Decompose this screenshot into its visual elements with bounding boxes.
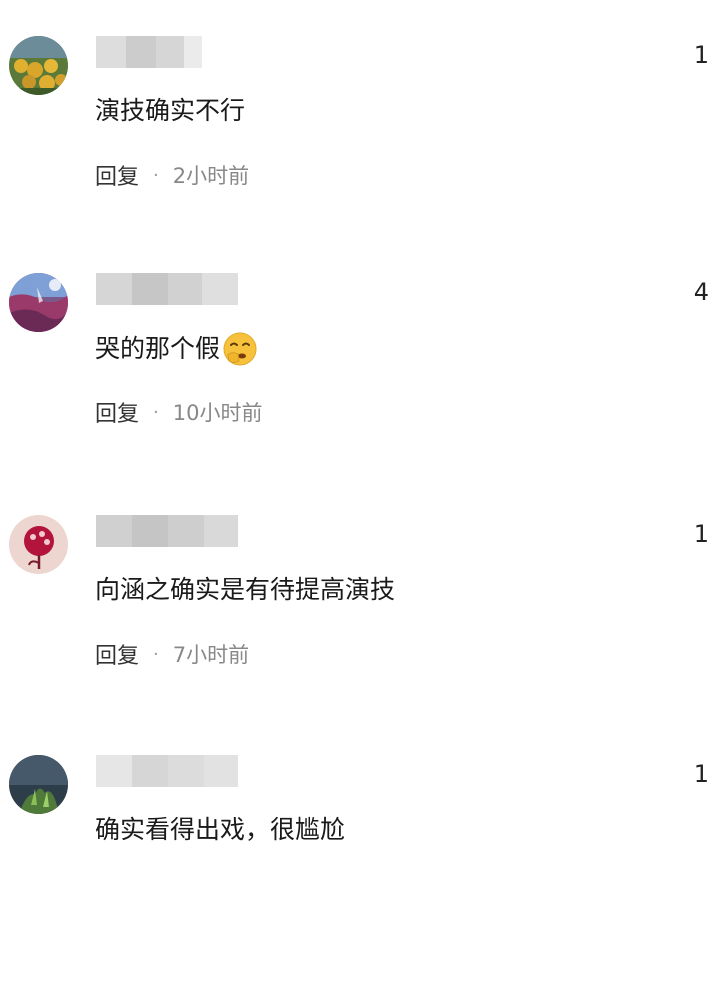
avatar[interactable] bbox=[9, 36, 68, 95]
comment-body: 演技确实不行 bbox=[95, 96, 246, 125]
separator-dot: · bbox=[153, 164, 159, 186]
comment-text: 确实看得出戏，很尴尬 bbox=[95, 813, 345, 847]
like-count[interactable]: 1 bbox=[694, 760, 709, 788]
comment-text: 向涵之确实是有待提高演技 bbox=[95, 573, 395, 607]
username-blurred[interactable] bbox=[96, 755, 238, 787]
shushing-face-emoji bbox=[223, 332, 257, 366]
comment-body: 哭的那个假 bbox=[95, 334, 221, 363]
reply-button[interactable]: 回复 bbox=[95, 638, 139, 670]
comment-text: 演技确实不行 bbox=[95, 94, 245, 128]
timestamp: 7小时前 bbox=[172, 643, 250, 667]
timestamp: 10小时前 bbox=[172, 401, 263, 425]
comment-item: 1 演技确实不行 回复 · 2小时前 bbox=[0, 36, 717, 276]
comment-item: 1 向涵之确实是有待提高演技 回复 · 7小时前 bbox=[0, 515, 717, 755]
comment-body: 向涵之确实是有待提高演技 bbox=[95, 575, 396, 604]
reply-button[interactable]: 回复 bbox=[95, 159, 139, 191]
comment-item: 4 哭的那个假 回复 · 10小时前 bbox=[0, 273, 717, 513]
username-blurred[interactable] bbox=[96, 36, 202, 68]
avatar[interactable] bbox=[9, 755, 68, 814]
avatar[interactable] bbox=[9, 515, 68, 574]
username-blurred[interactable] bbox=[96, 515, 238, 547]
like-count[interactable]: 1 bbox=[694, 41, 709, 69]
comment-body: 确实看得出戏，很尴尬 bbox=[95, 815, 346, 844]
like-count[interactable]: 1 bbox=[694, 520, 709, 548]
username-blurred[interactable] bbox=[96, 273, 238, 305]
comment-meta: 回复 · 7小时前 bbox=[95, 639, 249, 669]
avatar[interactable] bbox=[9, 273, 68, 332]
comment-meta: 回复 · 10小时前 bbox=[95, 397, 262, 427]
reply-button[interactable]: 回复 bbox=[95, 396, 139, 428]
comment-meta: 回复 · 2小时前 bbox=[95, 160, 249, 190]
comment-text: 哭的那个假 bbox=[95, 331, 258, 367]
separator-dot: · bbox=[153, 401, 159, 423]
timestamp: 2小时前 bbox=[172, 164, 250, 188]
like-count[interactable]: 4 bbox=[694, 278, 709, 306]
comment-item: 1 确实看得出戏，很尴尬 bbox=[0, 755, 717, 995]
separator-dot: · bbox=[153, 643, 159, 665]
